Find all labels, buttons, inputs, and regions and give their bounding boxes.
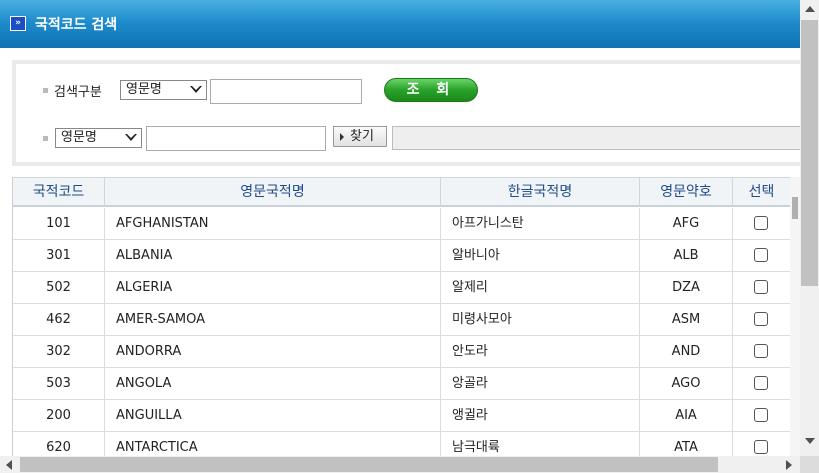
cell-korean-name: 알바니아 <box>441 240 640 272</box>
cell-code: 302 <box>13 336 105 368</box>
bullet-icon <box>43 88 48 93</box>
cell-korean-name: 아프가니스탄 <box>441 208 640 240</box>
search-panel: 검색구분 영문명 조 회 영문명 찾기 <box>12 60 800 166</box>
cell-english-name: ALGERIA <box>105 272 441 304</box>
cell-english-name: ANGOLA <box>105 368 441 400</box>
scroll-down-icon[interactable] <box>805 438 815 444</box>
scroll-up-icon[interactable] <box>805 6 815 12</box>
cell-english-name: ANDORRA <box>105 336 441 368</box>
cell-english-name: ANTARCTICA <box>105 432 441 456</box>
cell-english-name: ALBANIA <box>105 240 441 272</box>
select-checkbox[interactable] <box>754 248 768 262</box>
chevron-down-icon <box>125 134 137 141</box>
scroll-left-icon[interactable] <box>6 460 12 470</box>
scroll-right-icon[interactable] <box>786 460 792 470</box>
header-code: 국적코드 <box>13 178 105 206</box>
cell-english-name: AFGHANISTAN <box>105 208 441 240</box>
select-checkbox[interactable] <box>754 312 768 326</box>
cell-korean-name: 앵귈라 <box>441 400 640 432</box>
cell-korean-name: 알제리 <box>441 272 640 304</box>
cell-select <box>733 400 791 432</box>
cell-english-name: AMER-SAMOA <box>105 304 441 336</box>
cell-select <box>733 272 791 304</box>
cell-code: 502 <box>13 272 105 304</box>
search-type-select[interactable]: 영문명 <box>120 80 207 100</box>
header-abbreviation: 영문약호 <box>640 178 733 206</box>
cell-abbreviation: ALB <box>640 240 733 272</box>
header-korean-name: 한글국적명 <box>441 178 640 206</box>
horizontal-scrollbar[interactable] <box>0 456 800 473</box>
cell-code: 301 <box>13 240 105 272</box>
cell-select <box>733 336 791 368</box>
table-header: 국적코드 영문국적명 한글국적명 영문약호 선택 <box>13 177 791 207</box>
search-type-label: 검색구분 <box>54 85 102 100</box>
table-row[interactable]: 620 ANTARCTICA 남극대륙 ATA <box>13 432 791 456</box>
find-button[interactable]: 찾기 <box>333 126 387 147</box>
cell-abbreviation: ATA <box>640 432 733 456</box>
select-checkbox[interactable] <box>754 280 768 294</box>
cell-code: 101 <box>13 208 105 240</box>
table-scrollbar-thumb[interactable] <box>792 197 798 219</box>
filter-input[interactable] <box>146 126 326 151</box>
vertical-scrollbar-thumb[interactable] <box>801 20 818 286</box>
query-button[interactable]: 조 회 <box>384 78 478 102</box>
cell-code: 620 <box>13 432 105 456</box>
table-row[interactable]: 301 ALBANIA 알바니아 ALB <box>13 240 791 272</box>
select-checkbox[interactable] <box>754 440 768 454</box>
chevron-down-icon <box>190 86 202 93</box>
cell-abbreviation: AIA <box>640 400 733 432</box>
cell-abbreviation: DZA <box>640 272 733 304</box>
header-select: 선택 <box>733 178 791 206</box>
cell-select <box>733 240 791 272</box>
cell-korean-name: 남극대륙 <box>441 432 640 456</box>
cell-abbreviation: AND <box>640 336 733 368</box>
find-button-label: 찾기 <box>350 129 374 144</box>
select-checkbox[interactable] <box>754 408 768 422</box>
bullet-icon <box>43 136 48 141</box>
cell-abbreviation: AGO <box>640 368 733 400</box>
results-table: 국적코드 영문국적명 한글국적명 영문약호 선택 101 AFGHANISTAN… <box>12 177 791 456</box>
table-row[interactable]: 503 ANGOLA 앙골라 AGO <box>13 368 791 400</box>
cell-abbreviation: ASM <box>640 304 733 336</box>
table-row[interactable]: 302 ANDORRA 안도라 AND <box>13 336 791 368</box>
table-row[interactable]: 101 AFGHANISTAN 아프가니스탄 AFG <box>13 208 791 240</box>
cell-code: 200 <box>13 400 105 432</box>
cell-select <box>733 208 791 240</box>
header-english-name: 영문국적명 <box>105 178 441 206</box>
double-chevron-icon: » <box>10 16 26 31</box>
result-field <box>392 126 800 150</box>
cell-korean-name: 앙골라 <box>441 368 640 400</box>
search-keyword-input[interactable] <box>210 79 362 104</box>
select-checkbox[interactable] <box>754 376 768 390</box>
table-row[interactable]: 200 ANGUILLA 앵귈라 AIA <box>13 400 791 432</box>
cell-korean-name: 미령사모아 <box>441 304 640 336</box>
cell-code: 503 <box>13 368 105 400</box>
cell-select <box>733 304 791 336</box>
cell-english-name: ANGUILLA <box>105 400 441 432</box>
horizontal-scrollbar-thumb[interactable] <box>20 457 718 472</box>
cell-select <box>733 432 791 456</box>
play-icon <box>340 133 344 141</box>
cell-code: 462 <box>13 304 105 336</box>
table-row[interactable]: 462 AMER-SAMOA 미령사모아 ASM <box>13 304 791 336</box>
filter-select[interactable]: 영문명 <box>55 128 142 148</box>
search-type-select-value: 영문명 <box>126 82 162 97</box>
table-scrollbar[interactable] <box>790 177 800 456</box>
filter-select-value: 영문명 <box>61 130 97 145</box>
vertical-scrollbar[interactable] <box>800 0 819 456</box>
cell-korean-name: 안도라 <box>441 336 640 368</box>
select-checkbox[interactable] <box>754 216 768 230</box>
cell-select <box>733 368 791 400</box>
popup-window: » 국적코드 검색 검색구분 영문명 조 회 영문명 찾기 국적코드 영문국적명… <box>0 0 800 456</box>
scrollbar-corner <box>800 456 819 473</box>
window-title: 국적코드 검색 <box>35 17 118 33</box>
table-row[interactable]: 502 ALGERIA 알제리 DZA <box>13 272 791 304</box>
cell-abbreviation: AFG <box>640 208 733 240</box>
select-checkbox[interactable] <box>754 344 768 358</box>
title-bar: » 국적코드 검색 <box>0 0 800 48</box>
